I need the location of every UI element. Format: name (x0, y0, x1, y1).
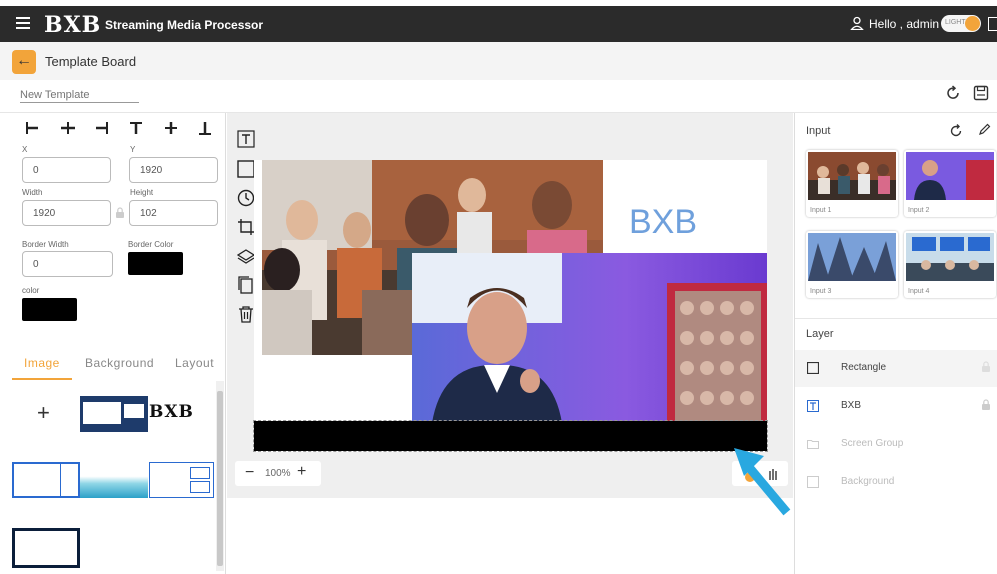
app-title: Streaming Media Processor (105, 18, 264, 32)
speaker-photo[interactable] (412, 253, 767, 423)
clock-tool-icon[interactable] (237, 189, 255, 207)
input-card-2[interactable]: Input 2 (904, 150, 996, 217)
input-2-label: Input 2 (908, 207, 930, 214)
top-bar: BXB Streaming Media Processor Hello , ad… (0, 6, 997, 42)
lock-icon[interactable] (981, 399, 991, 411)
align-left-icon[interactable] (26, 122, 38, 134)
asset-thumb-1[interactable] (80, 396, 148, 432)
width-label: Width (22, 188, 43, 197)
layers-tool-icon[interactable] (237, 247, 255, 265)
rectangle-layer-icon (807, 362, 819, 374)
input-4-label: Input 4 (908, 288, 930, 295)
scrollbar-thumb[interactable] (217, 391, 223, 566)
theme-toggle[interactable]: LIGHT (941, 15, 981, 32)
layer-label: BXB (841, 400, 862, 411)
fill-color-swatch[interactable] (22, 298, 77, 321)
input-3-thumbnail (808, 233, 896, 281)
height-label: Height (130, 188, 154, 197)
width-field[interactable]: 1920 (22, 200, 111, 226)
zoom-control: − 100% + (235, 461, 321, 486)
x-field[interactable]: 0 (22, 157, 111, 183)
refresh-inputs-icon[interactable] (949, 124, 963, 138)
back-button[interactable]: ← (12, 50, 36, 74)
layer-label: Rectangle (841, 362, 887, 373)
theme-toggle-label: LIGHT (945, 19, 966, 26)
align-right-icon[interactable] (96, 122, 108, 134)
height-field[interactable]: 102 (129, 200, 218, 226)
aspect-lock-icon[interactable] (115, 207, 125, 219)
x-label: X (22, 145, 28, 154)
image-layer-icon (807, 476, 819, 488)
greeting-text: Hello , admin (869, 17, 940, 31)
align-bottom-icon[interactable] (199, 122, 211, 135)
asset-thumb-5[interactable] (12, 528, 80, 568)
refresh-icon[interactable] (945, 85, 961, 101)
input-card-1[interactable]: Input 1 (806, 150, 898, 217)
rectangle-tool-icon[interactable] (237, 160, 255, 178)
layer-label: Screen Group (841, 438, 904, 449)
zoom-in-button[interactable]: + (297, 463, 306, 481)
asset-scrollbar[interactable] (216, 381, 224, 571)
tab-image[interactable]: Image (24, 356, 60, 370)
input-1-thumbnail (808, 152, 896, 200)
save-icon[interactable] (973, 85, 989, 101)
divider (795, 318, 997, 319)
input-card-4[interactable]: Input 4 (904, 231, 996, 298)
crop-tool-icon[interactable] (237, 218, 255, 236)
border-color-swatch[interactable] (128, 252, 183, 275)
selected-rectangle-element[interactable] (253, 420, 768, 452)
border-color-label: Border Color (128, 240, 174, 249)
page-title: Template Board (45, 54, 137, 69)
tab-background[interactable]: Background (85, 356, 154, 370)
asset-thumb-logo[interactable]: BXB (149, 402, 213, 422)
edit-icon[interactable] (978, 123, 991, 136)
alignment-toolbar (26, 122, 211, 135)
align-center-v-icon[interactable] (165, 122, 177, 134)
layer-item-background[interactable]: Background (795, 464, 997, 501)
border-width-label: Border Width (22, 240, 69, 249)
folder-layer-icon (807, 440, 819, 449)
layer-panel-title: Layer (806, 328, 834, 340)
lock-icon[interactable] (981, 361, 991, 373)
copy-tool-icon[interactable] (237, 276, 255, 294)
align-top-icon[interactable] (130, 122, 142, 134)
input-2-thumbnail (906, 152, 994, 200)
add-asset-button[interactable]: + (37, 400, 50, 426)
delete-tool-icon[interactable] (237, 305, 255, 323)
input-1-label: Input 1 (810, 207, 832, 214)
align-center-h-icon[interactable] (61, 122, 75, 134)
y-field[interactable]: 1920 (129, 157, 218, 183)
input-4-thumbnail (906, 233, 994, 281)
user-icon (850, 16, 864, 30)
asset-thumb-2[interactable] (12, 462, 80, 498)
title-bar: ← Template Board (0, 42, 997, 80)
asset-tabs: Image Background Layout (12, 352, 217, 379)
annotation-arrow-icon (734, 448, 791, 516)
layer-item-screen-group[interactable]: Screen Group (795, 426, 997, 463)
zoom-level: 100% (265, 468, 291, 479)
text-layer-icon (807, 400, 819, 412)
tab-layout[interactable]: Layout (175, 356, 214, 370)
menu-icon[interactable] (16, 17, 30, 29)
toggle-knob (965, 16, 980, 31)
border-width-field[interactable]: 0 (22, 251, 113, 277)
input-3-label: Input 3 (810, 288, 832, 295)
text-tool-icon[interactable] (237, 130, 255, 148)
zoom-out-button[interactable]: − (245, 464, 254, 482)
layer-label: Background (841, 476, 895, 487)
input-panel-title: Input (806, 125, 831, 137)
layer-item-rectangle[interactable]: Rectangle (795, 350, 997, 387)
logout-icon[interactable] (988, 17, 997, 31)
input-card-3[interactable]: Input 3 (806, 231, 898, 298)
y-label: Y (130, 145, 136, 154)
asset-thumb-3[interactable] (80, 462, 148, 498)
active-tab-indicator (12, 378, 72, 380)
arrow-left-icon: ← (16, 52, 32, 69)
canvas-text-element[interactable]: BXB (629, 203, 697, 242)
color-label: color (22, 286, 40, 295)
app-logo: BXB (44, 12, 102, 38)
template-name-input[interactable] (20, 87, 139, 103)
asset-thumb-4[interactable] (149, 462, 214, 498)
layer-item-bxb[interactable]: BXB (795, 388, 997, 425)
